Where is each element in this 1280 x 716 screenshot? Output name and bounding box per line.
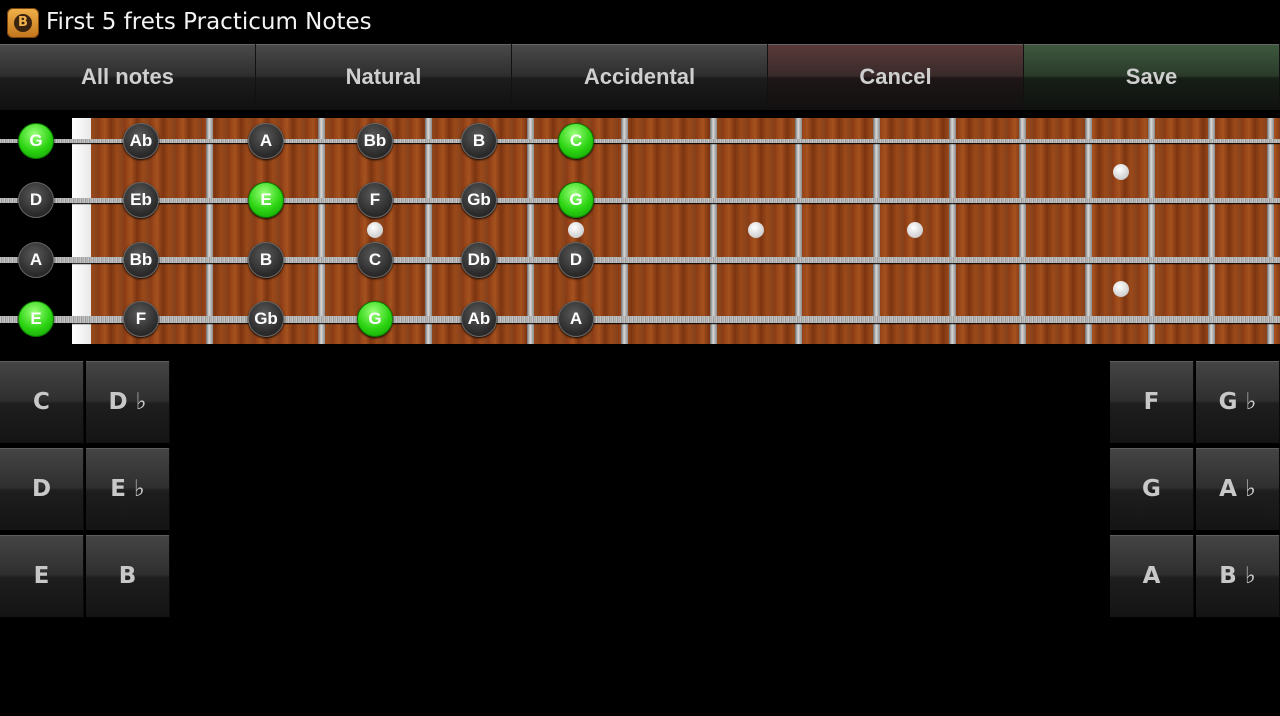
note-fret-3[interactable]: Bb [357,123,393,159]
fret-inlay-dot [748,222,764,238]
note-fret-2[interactable]: E [248,182,284,218]
fret-inlay-dot [1113,164,1129,180]
note-pad-b[interactable]: B [86,535,170,619]
fretboard-nut [72,118,91,344]
note-fret-5[interactable]: D [558,242,594,278]
accidental-button[interactable]: Accidental [512,44,768,110]
note-fret-4[interactable]: Ab [461,301,497,337]
fret [621,118,628,344]
fret-inlay-dot [568,222,584,238]
fret [1148,118,1155,344]
note-fret-1[interactable]: Bb [123,242,159,278]
note-fret-3[interactable]: F [357,182,393,218]
note-pad-e[interactable]: E [0,535,84,619]
app-logo-icon: B [7,8,39,38]
note-pad-f[interactable]: F [1110,361,1194,445]
note-fret-2[interactable]: B [248,242,284,278]
note-fret-3[interactable]: C [357,242,393,278]
note-fret-2[interactable]: A [248,123,284,159]
note-pad-d-flat[interactable]: D ♭ [86,361,170,445]
fret [795,118,802,344]
note-fret-2[interactable]: Gb [248,301,284,337]
fret [1085,118,1092,344]
note-fret-3[interactable]: G [357,301,393,337]
fret [1019,118,1026,344]
note-fret-4[interactable]: B [461,123,497,159]
fret-inlay-dot [1113,281,1129,297]
note-fret-1[interactable]: Eb [123,182,159,218]
note-open[interactable]: E [18,301,54,337]
note-pad-a-flat[interactable]: A ♭ [1196,448,1280,532]
note-fret-5[interactable]: C [558,123,594,159]
string-g [0,139,1280,143]
note-fret-4[interactable]: Db [461,242,497,278]
fret [318,118,325,344]
fret [206,118,213,344]
fret-inlay-dot [367,222,383,238]
note-pad-e-flat[interactable]: E ♭ [86,448,170,532]
fret [1208,118,1215,344]
note-open[interactable]: D [18,182,54,218]
string-d [0,198,1280,203]
note-fret-5[interactable]: A [558,301,594,337]
note-pad-g[interactable]: G [1110,448,1194,532]
note-pad-b-flat[interactable]: B ♭ [1196,535,1280,619]
fret [710,118,717,344]
fret [425,118,432,344]
save-button[interactable]: Save [1024,44,1280,110]
page-title: First 5 frets Practicum Notes [46,9,372,35]
fret-inlay-dot [907,222,923,238]
cancel-button[interactable]: Cancel [768,44,1024,110]
note-open[interactable]: G [18,123,54,159]
fret [873,118,880,344]
note-pad-g-flat[interactable]: G ♭ [1196,361,1280,445]
toolbar: All notes Natural Accidental Cancel Save [0,44,1280,110]
fret [949,118,956,344]
title-bar: B First 5 frets Practicum Notes [0,0,1280,44]
fret [1267,118,1274,344]
note-open[interactable]: A [18,242,54,278]
note-fret-5[interactable]: G [558,182,594,218]
note-fret-4[interactable]: Gb [461,182,497,218]
natural-button[interactable]: Natural [256,44,512,110]
note-pad-d[interactable]: D [0,448,84,532]
string-a [0,257,1280,263]
note-pad-a[interactable]: A [1110,535,1194,619]
all-notes-button[interactable]: All notes [0,44,256,110]
fret [527,118,534,344]
note-pad-c[interactable]: C [0,361,84,445]
note-fret-1[interactable]: Ab [123,123,159,159]
note-fret-1[interactable]: F [123,301,159,337]
string-e [0,316,1280,323]
